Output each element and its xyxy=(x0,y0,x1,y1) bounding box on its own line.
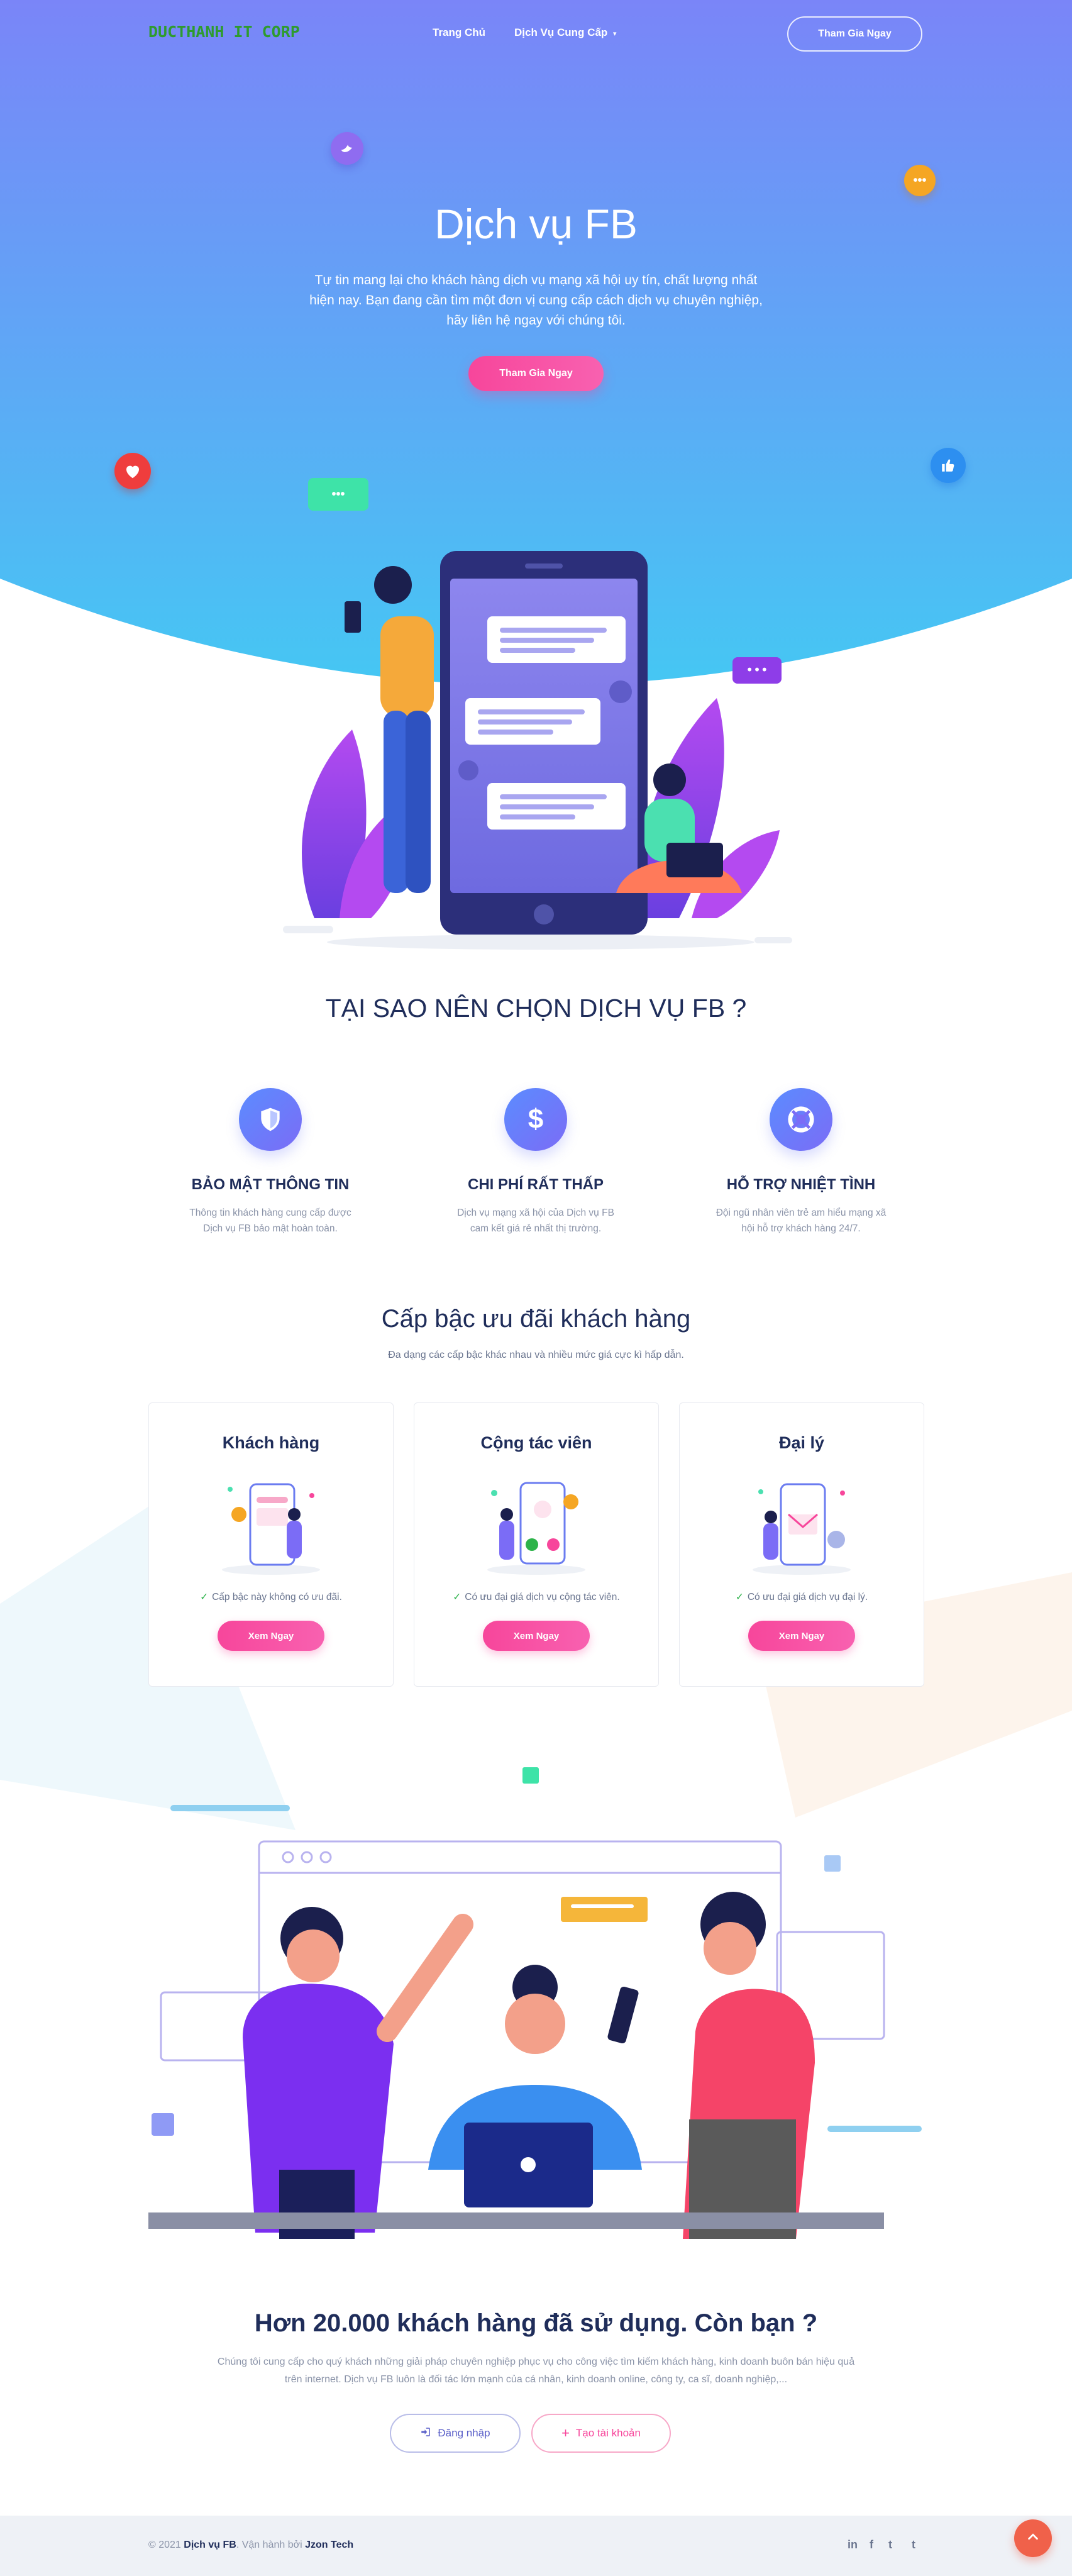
svg-text:•••: ••• xyxy=(746,662,768,677)
nav-link-services-label: Dịch Vụ Cung Cấp xyxy=(514,26,608,38)
check-icon: ✓ xyxy=(735,1592,744,1602)
tier-feature: ✓ Có ưu đại giá dịch vụ cộng tác viên. xyxy=(414,1591,658,1603)
facebook-icon[interactable]: f xyxy=(870,2538,873,2551)
tier-feature-text: Có ưu đại giá dịch vụ cộng tác viên. xyxy=(465,1592,620,1602)
shield-icon xyxy=(239,1088,302,1151)
hero-description: Tự tin mang lại cho khách hàng dịch vụ m… xyxy=(309,273,763,328)
tier-name: Cộng tác viên xyxy=(480,1433,592,1452)
check-icon: ✓ xyxy=(453,1592,461,1602)
chevron-up-icon xyxy=(1026,2529,1040,2548)
thumbs-up-icon xyxy=(931,448,966,483)
sign-in-icon xyxy=(420,2426,431,2441)
footer-copyright: © 2021 Dịch vụ FB. Vận hành bởi Jzon Tec… xyxy=(148,2540,353,2551)
hero-illustration: ••• xyxy=(283,551,792,950)
feature-text: Dịch vụ mạng xã hội của Dịch vụ FB cam k… xyxy=(457,1208,614,1234)
tier-card-agency: Đại lý ✓ Có ưu đại giá dịch vụ đại lý. Xe… xyxy=(679,1402,924,1687)
back-to-top-button[interactable] xyxy=(1014,2519,1052,2557)
phone-user-illustration xyxy=(222,1483,320,1575)
footer-operator-link[interactable]: Jzon Tech xyxy=(305,2540,353,2550)
register-button-label: Tạo tài khoản xyxy=(575,2427,641,2439)
phone-mail-illustration xyxy=(753,1483,851,1575)
typing-bubble-icon: ••• xyxy=(308,478,368,511)
feature-support: HỖ TRỢ NHIỆT TÌNH Đội ngũ nhân viên trẻ … xyxy=(688,1088,914,1236)
chevron-down-icon: ▾ xyxy=(613,30,617,38)
join-now-hero-button[interactable]: Tham Gia Ngay xyxy=(468,356,604,391)
footer-operated-by: . Vận hành bởi xyxy=(236,2540,302,2550)
cta-description: Chúng tôi cung cấp cho quý khách những g… xyxy=(217,2357,855,2385)
tier-card-customer: Khách hàng ✓ Cấp bậc này không có ưu đãi.… xyxy=(148,1402,394,1687)
copyright-year: © 2021 xyxy=(148,2540,181,2550)
footer-brand: Dịch vụ FB xyxy=(184,2540,236,2550)
view-now-button-agency[interactable]: Xem Ngay xyxy=(748,1621,855,1651)
tier-feature-text: Có ưu đại giá dịch vụ đại lý. xyxy=(747,1592,868,1602)
tier-card-collaborator: Cộng tác viên ✓ Có ưu đại giá dịch vụ cộn… xyxy=(414,1402,659,1687)
feature-security: BẢO MẬT THÔNG TIN Thông tin khách hàng c… xyxy=(157,1088,384,1236)
login-button-label: Đăng nhập xyxy=(438,2427,490,2439)
login-button[interactable]: Đăng nhập xyxy=(390,2414,521,2453)
feature-title: HỖ TRỢ NHIỆT TÌNH xyxy=(726,1176,876,1193)
cta-title: Hơn 20.000 khách hàng đã sử dụng. Còn bạ… xyxy=(254,2309,818,2337)
top-navigation: DUCTHANH IT CORP Trang Chủ Dịch Vụ Cung … xyxy=(0,0,1072,69)
plus-icon: + xyxy=(561,2425,570,2441)
twitter-icon-2[interactable]: t xyxy=(912,2538,915,2551)
footer: © 2021 Dịch vụ FB. Vận hành bởi Jzon Tec… xyxy=(0,2516,1072,2576)
register-button[interactable]: + Tạo tài khoản xyxy=(531,2414,671,2453)
view-now-button-collaborator[interactable]: Xem Ngay xyxy=(483,1621,590,1651)
feature-text: Thông tin khách hàng cung cấp được Dịch … xyxy=(189,1208,351,1234)
heart-icon xyxy=(114,453,151,489)
tier-name: Đại lý xyxy=(778,1433,825,1452)
team-illustration xyxy=(148,1767,922,2239)
phone-call-illustration xyxy=(487,1482,585,1575)
bird-icon xyxy=(331,132,363,165)
check-icon: ✓ xyxy=(200,1592,209,1602)
dollar-icon: $ xyxy=(504,1088,567,1151)
tiers-title: Cấp bậc ưu đãi khách hàng xyxy=(381,1305,691,1333)
nav-link-services[interactable]: Dịch Vụ Cung Cấp ▾ xyxy=(514,26,617,39)
chat-icon: ••• xyxy=(904,165,936,196)
brand-logo[interactable]: DUCTHANH IT CORP xyxy=(148,23,300,41)
feature-text: Đội ngũ nhân viên trẻ am hiểu mạng xã hộ… xyxy=(716,1208,887,1234)
tier-feature: ✓ Có ưu đại giá dịch vụ đại lý. xyxy=(680,1591,924,1603)
tier-feature: ✓ Cấp bậc này không có ưu đãi. xyxy=(149,1591,393,1603)
tiers-subtitle: Đa dạng các cấp bậc khác nhau và nhiều m… xyxy=(388,1350,684,1360)
lifebuoy-icon xyxy=(770,1088,832,1151)
view-now-button-customer[interactable]: Xem Ngay xyxy=(218,1621,324,1651)
join-now-nav-button[interactable]: Tham Gia Ngay xyxy=(787,16,922,52)
feature-title: BẢO MẬT THÔNG TIN xyxy=(191,1176,350,1193)
nav-link-home[interactable]: Trang Chủ xyxy=(433,26,485,39)
linkedin-icon[interactable]: in xyxy=(848,2538,858,2551)
twitter-icon[interactable]: t xyxy=(888,2538,892,2551)
feature-low-cost: $ CHI PHÍ RẤT THẤP Dịch vụ mạng xã hội c… xyxy=(423,1088,649,1236)
hero-title: Dịch vụ FB xyxy=(434,201,638,247)
tier-name: Khách hàng xyxy=(222,1433,320,1452)
tier-feature-text: Cấp bậc này không có ưu đãi. xyxy=(212,1592,342,1602)
why-title: TẠI SAO NÊN CHỌN DỊCH VỤ FB ? xyxy=(325,994,747,1023)
feature-title: CHI PHÍ RẤT THẤP xyxy=(468,1176,604,1193)
